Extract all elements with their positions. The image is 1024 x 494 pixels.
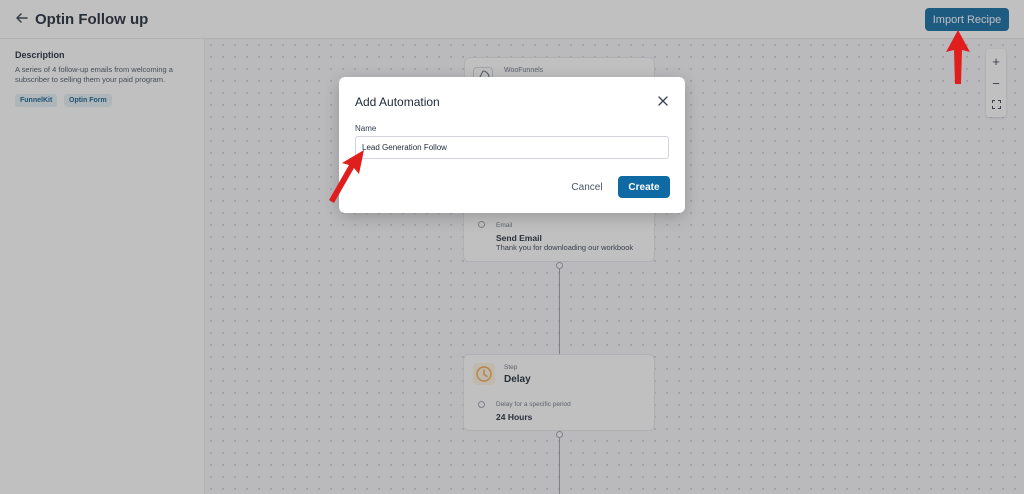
modal-backdrop[interactable] — [0, 0, 1024, 494]
automation-name-input[interactable] — [355, 136, 669, 159]
close-icon[interactable] — [657, 95, 669, 107]
create-button[interactable]: Create — [618, 176, 670, 198]
add-automation-modal: Add Automation Name Cancel Create — [339, 77, 685, 213]
name-label: Name — [355, 124, 377, 133]
cancel-button[interactable]: Cancel — [565, 177, 609, 197]
annotation-arrow-icon — [329, 150, 364, 203]
annotation-arrow-icon — [946, 30, 970, 84]
modal-title: Add Automation — [355, 95, 440, 109]
